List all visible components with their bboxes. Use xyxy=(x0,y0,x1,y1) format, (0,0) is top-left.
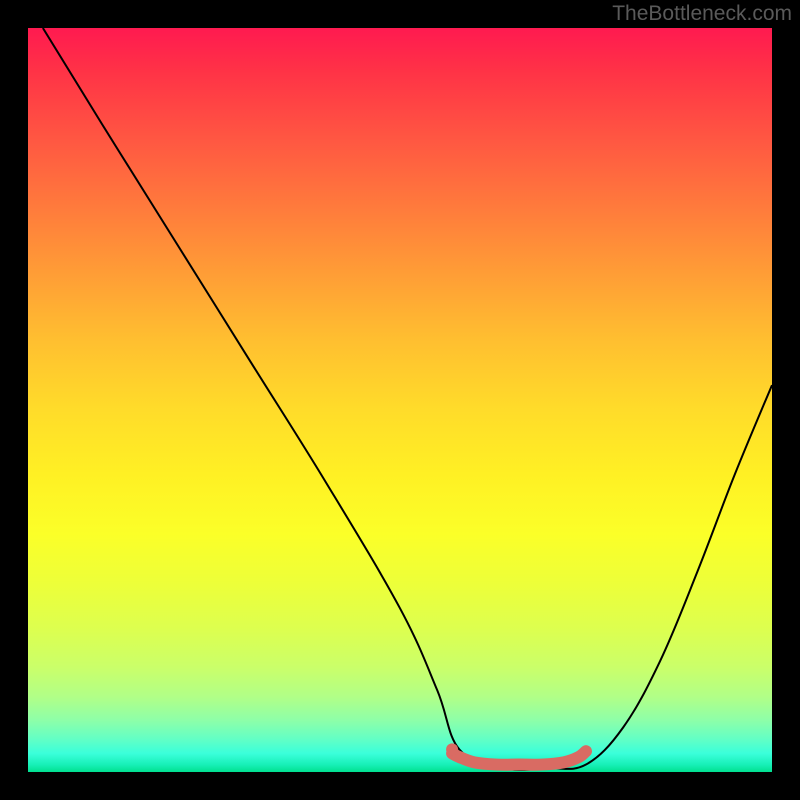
chart-plot-area xyxy=(28,28,772,772)
chart-svg xyxy=(28,28,772,772)
optimal-start-dot xyxy=(446,743,458,755)
optimal-range-marker-path xyxy=(452,751,586,765)
attribution-text: TheBottleneck.com xyxy=(612,2,792,26)
bottleneck-curve-path xyxy=(43,28,772,770)
